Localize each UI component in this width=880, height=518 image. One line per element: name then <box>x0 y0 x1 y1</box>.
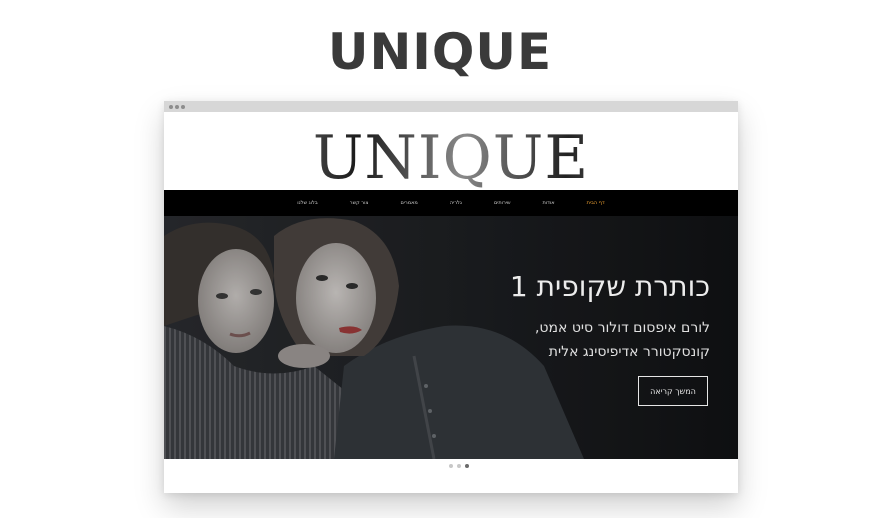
window-dot-icon <box>169 105 173 109</box>
slider-pager <box>449 464 469 468</box>
slider-pagination-bar <box>164 459 738 493</box>
site-logo[interactable]: UNIQUE <box>164 126 738 190</box>
window-dot-icon <box>175 105 179 109</box>
nav-item-gallery[interactable]: גלריה <box>434 190 478 216</box>
window-dot-icon <box>181 105 185 109</box>
nav-item-about[interactable]: אודות <box>527 190 571 216</box>
hero-headline: כותרת שקופית 1 <box>509 270 710 303</box>
nav-item-articles[interactable]: מאמרים <box>384 190 433 216</box>
nav-item-contact[interactable]: צור קשר <box>334 190 385 216</box>
page-title: UNIQUE <box>327 23 553 81</box>
slider-dot[interactable] <box>449 464 453 468</box>
hero-slide: כותרת שקופית 1 לורם איפסום דולור סיט אמט… <box>164 216 738 459</box>
hero-text: כותרת שקופית 1 לורם איפסום דולור סיט אמט… <box>510 270 710 364</box>
hero-subtitle-line: לורם איפסום דולור סיט אמט, <box>534 320 710 336</box>
read-more-button[interactable]: המשך קריאה <box>638 376 708 406</box>
browser-preview: UNIQUE דף הבית אודות שירותים גלריה מאמרי… <box>164 101 738 493</box>
nav-item-services[interactable]: שירותים <box>478 190 527 216</box>
nav-item-blog[interactable]: בלוג שלנו <box>281 190 334 216</box>
slider-dot[interactable] <box>457 464 461 468</box>
hero-subtitle: לורם איפסום דולור סיט אמט, קונסקטורר אדי… <box>510 316 710 364</box>
browser-chrome-bar <box>164 101 738 112</box>
site-header: UNIQUE <box>164 112 738 190</box>
hero-subtitle-line: קונסקטורר אדיפיסינג אלית <box>548 344 710 360</box>
nav-item-home[interactable]: דף הבית <box>571 190 621 216</box>
site-nav: דף הבית אודות שירותים גלריה מאמרים צור ק… <box>164 190 738 216</box>
slider-dot[interactable] <box>465 464 469 468</box>
